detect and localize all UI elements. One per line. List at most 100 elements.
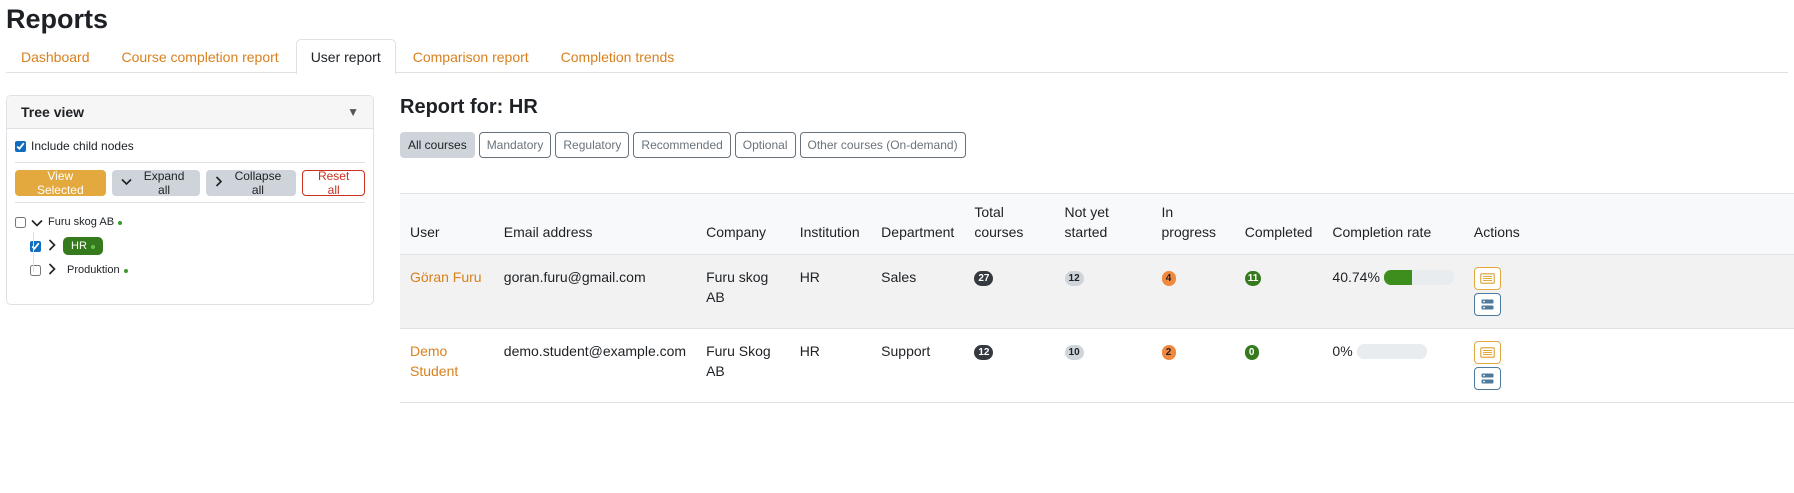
institution-cell: HR (789, 254, 872, 329)
divider (15, 202, 365, 203)
not-started-badge: 12 (1064, 270, 1084, 286)
tree-node-label-selected[interactable]: HR (63, 237, 103, 255)
tree-node-checkbox[interactable] (30, 264, 41, 276)
filter-optional[interactable]: Optional (734, 132, 796, 158)
completion-rate-value: 0% (1332, 343, 1353, 359)
user-link[interactable]: Demo Student (410, 343, 458, 379)
course-type-filters: All courses Mandatory Regulatory Recomme… (400, 132, 966, 158)
column-header-department[interactable]: Department (871, 193, 965, 255)
status-dot (118, 221, 123, 225)
column-header-not-yet-started[interactable]: Not yet started (1054, 193, 1152, 255)
chevron-right-icon[interactable] (45, 262, 59, 278)
company-cell: Furu skog AB (696, 254, 790, 329)
view-details-button[interactable] (1473, 267, 1501, 290)
server-icon (1481, 373, 1494, 384)
in-progress-badge: 4 (1161, 270, 1176, 286)
user-cell: Demo Student (400, 328, 494, 403)
list-icon (1480, 273, 1495, 284)
completion-progress-bar (1383, 269, 1454, 285)
total-courses-cell: 27 (964, 254, 1055, 329)
actions-cell (1463, 254, 1794, 329)
page-title: Reports (6, 4, 109, 34)
report-title: Report for: HR (400, 96, 538, 118)
expand-all-label: Expand all (143, 169, 185, 197)
column-header-company[interactable]: Company (696, 193, 790, 255)
email-cell: goran.furu@gmail.com (493, 254, 697, 329)
table-row: Demo Student demo.student@example.com Fu… (400, 328, 1794, 403)
column-header-email[interactable]: Email address (493, 193, 697, 255)
user-link[interactable]: Göran Furu (410, 269, 482, 285)
column-header-completion-rate[interactable]: Completion rate (1322, 193, 1464, 255)
divider (15, 162, 365, 163)
tree-node-hr: HR (15, 234, 365, 258)
collapse-all-label: Collapse all (234, 169, 282, 197)
include-child-nodes-option[interactable]: Include child nodes (15, 136, 365, 156)
department-cell: Sales (871, 254, 965, 329)
tab-course-completion-report[interactable]: Course completion report (107, 39, 294, 73)
user-report-table: User Email address Company Institution D… (400, 193, 1794, 403)
filter-other-courses[interactable]: Other courses (On-demand) (799, 132, 966, 158)
view-selected-button[interactable]: View Selected (15, 169, 106, 197)
table-header-row: User Email address Company Institution D… (400, 193, 1794, 255)
expand-all-button[interactable]: Expand all (111, 169, 200, 197)
filter-regulatory[interactable]: Regulatory (555, 132, 630, 158)
completion-rate-cell: 40.74% (1322, 254, 1464, 329)
not-started-badge: 10 (1064, 344, 1084, 360)
in-progress-cell: 2 (1151, 328, 1235, 403)
tree-node-label[interactable]: Furu skog AB (48, 216, 123, 228)
column-header-completed[interactable]: Completed (1234, 193, 1323, 255)
column-header-total-courses[interactable]: Total courses (964, 193, 1055, 255)
user-cell: Göran Furu (400, 254, 494, 329)
completion-progress-fill (1383, 269, 1413, 285)
total-courses-badge: 12 (974, 344, 994, 360)
view-details-button[interactable] (1473, 341, 1501, 364)
tree-node-checkbox[interactable] (30, 240, 41, 252)
not-started-cell: 10 (1054, 328, 1152, 403)
total-courses-badge: 27 (974, 270, 994, 286)
chevron-down-icon (121, 177, 132, 189)
completed-badge: 0 (1244, 344, 1259, 360)
company-cell: Furu Skog AB (696, 328, 790, 403)
completion-rate-value: 40.74% (1332, 269, 1380, 285)
in-progress-badge: 2 (1161, 344, 1176, 360)
tree-node-furu-skog-ab: Furu skog AB (15, 210, 365, 234)
completed-badge: 11 (1244, 270, 1262, 286)
column-header-user[interactable]: User (400, 193, 494, 255)
collapse-all-button[interactable]: Collapse all (205, 169, 297, 197)
department-cell: Support (871, 328, 965, 403)
list-icon (1480, 347, 1495, 358)
server-details-button[interactable] (1473, 367, 1501, 390)
total-courses-cell: 12 (964, 328, 1055, 403)
chevron-right-icon[interactable] (45, 238, 59, 254)
email-cell: demo.student@example.com (493, 328, 697, 403)
tree-node-checkbox[interactable] (15, 216, 26, 228)
completion-progress-bar (1356, 343, 1427, 359)
in-progress-cell: 4 (1151, 254, 1235, 329)
reset-all-button[interactable]: Reset all (302, 169, 365, 197)
tab-user-report[interactable]: User report (295, 39, 396, 74)
completion-rate-cell: 0% (1322, 328, 1464, 403)
chevron-down-icon[interactable] (30, 215, 44, 230)
triangle-down-icon[interactable]: ▼ (347, 105, 359, 119)
report-tabs: Dashboard Course completion report User … (6, 39, 1788, 74)
server-icon (1481, 299, 1494, 310)
tab-completion-trends[interactable]: Completion trends (546, 39, 690, 73)
tab-comparison-report[interactable]: Comparison report (398, 39, 544, 73)
column-header-institution[interactable]: Institution (789, 193, 872, 255)
completed-cell: 11 (1234, 254, 1323, 329)
status-dot (90, 245, 95, 249)
tree-node-produktion: Produktion (15, 258, 365, 282)
include-child-nodes-checkbox[interactable] (15, 140, 26, 152)
server-details-button[interactable] (1473, 293, 1501, 316)
filter-recommended[interactable]: Recommended (633, 132, 731, 158)
completed-cell: 0 (1234, 328, 1323, 403)
filter-all-courses[interactable]: All courses (400, 132, 475, 158)
tab-dashboard[interactable]: Dashboard (6, 39, 105, 73)
column-header-actions: Actions (1463, 193, 1794, 255)
column-header-in-progress[interactable]: In progress (1151, 193, 1235, 255)
chevron-right-icon (215, 176, 223, 190)
tree-view-header[interactable]: Tree view ▼ (7, 96, 373, 129)
tree-node-label[interactable]: Produktion (67, 264, 128, 276)
filter-mandatory[interactable]: Mandatory (478, 132, 552, 158)
status-dot (123, 269, 128, 273)
